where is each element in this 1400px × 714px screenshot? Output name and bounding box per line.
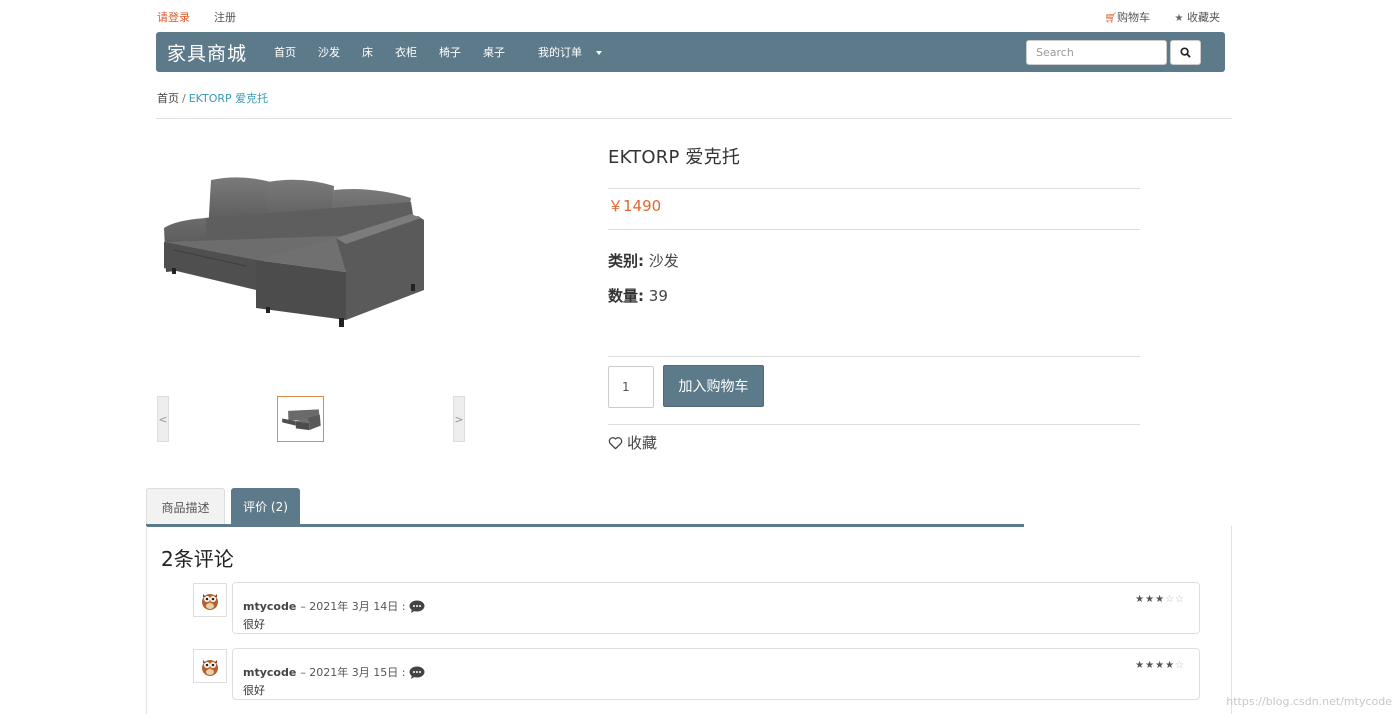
star-empty-icon: ☆: [1175, 660, 1185, 671]
search-icon: [1180, 47, 1191, 58]
nav-item-home[interactable]: 首页: [274, 44, 296, 60]
star-filled-icon: ★: [1145, 660, 1156, 671]
category-value: 沙发: [648, 252, 679, 270]
tab-reviews[interactable]: 评价 (2): [231, 488, 300, 525]
nav-item-table[interactable]: 桌子: [483, 44, 505, 60]
divider: [608, 229, 1140, 230]
caret-down-icon: [596, 51, 602, 55]
star-empty-icon: ☆: [1165, 594, 1176, 605]
quantity-input[interactable]: [608, 366, 654, 408]
favorite-label: 收藏: [627, 434, 658, 452]
divider: [608, 356, 1140, 357]
nav-item-sofa[interactable]: 沙发: [318, 44, 340, 60]
owl-avatar-icon: [202, 594, 218, 610]
product-price: ￥1490: [608, 197, 662, 215]
review-meta: mtycode – 2021年 3月 14日 :: [243, 598, 425, 614]
quantity-label: 数量:: [608, 287, 644, 305]
breadcrumb: 首页 / EKTORP 爱克托: [157, 90, 268, 106]
star-icon: ★: [1174, 13, 1184, 24]
star-filled-icon: ★: [1135, 594, 1146, 605]
rating-stars: ★★★★☆: [1135, 660, 1185, 671]
search-button[interactable]: [1170, 40, 1201, 65]
review-date: – 2021年 3月 15日 :: [300, 666, 406, 679]
divider: [156, 118, 1232, 119]
cart-link[interactable]: 🛒︎购物车: [1104, 9, 1150, 25]
star-filled-icon: ★: [1155, 594, 1166, 605]
product-main-image: [156, 150, 426, 340]
favorites-link[interactable]: ★ 收藏夹: [1175, 9, 1220, 25]
cart-icon: 🛒︎: [1104, 13, 1117, 24]
gallery-next-button[interactable]: >: [453, 396, 465, 442]
main-navbar: 家具商城 首页 沙发 床 衣柜 椅子 桌子 我的订单: [156, 32, 1225, 72]
review-author: mtycode: [243, 599, 297, 613]
reviews-heading: 2条评论: [161, 547, 234, 571]
avatar: [193, 583, 227, 617]
comment-icon: [409, 600, 424, 613]
review-item: mtycode – 2021年 3月 15日 : 很好 ★★★★☆: [232, 648, 1200, 700]
quantity-value: 39: [648, 287, 668, 305]
star-filled-icon: ★: [1145, 594, 1156, 605]
gallery-thumbnail[interactable]: [277, 396, 324, 442]
tab-description[interactable]: 商品描述: [146, 488, 225, 525]
review-meta: mtycode – 2021年 3月 15日 :: [243, 664, 425, 680]
star-empty-icon: ☆: [1175, 594, 1185, 605]
star-filled-icon: ★: [1155, 660, 1166, 671]
nav-menu: 首页 沙发 床 衣柜 椅子 桌子 我的订单: [263, 32, 613, 72]
nav-item-bed[interactable]: 床: [362, 44, 373, 60]
add-to-cart-button[interactable]: 加入购物车: [663, 365, 764, 407]
review-item: mtycode – 2021年 3月 14日 : 很好 ★★★☆☆: [232, 582, 1200, 634]
favorite-button[interactable]: 收藏: [608, 432, 657, 453]
register-link[interactable]: 注册: [214, 9, 236, 25]
brand-logo[interactable]: 家具商城: [167, 39, 247, 66]
review-text: 很好: [243, 684, 265, 697]
nav-item-wardrobe[interactable]: 衣柜: [395, 44, 417, 60]
product-quantity: 数量: 39: [608, 285, 668, 306]
rating-stars: ★★★☆☆: [1135, 594, 1185, 605]
heart-icon: [608, 436, 623, 449]
review-author: mtycode: [243, 665, 297, 679]
nav-item-my-orders[interactable]: 我的订单: [527, 44, 602, 60]
gallery-prev-button[interactable]: <: [157, 396, 169, 442]
star-filled-icon: ★: [1165, 660, 1176, 671]
comment-icon: [409, 666, 424, 679]
product-category: 类别: 沙发: [608, 250, 679, 271]
review-date: – 2021年 3月 14日 :: [300, 600, 406, 613]
breadcrumb-current[interactable]: EKTORP 爱克托: [189, 92, 268, 105]
review-text: 很好: [243, 618, 265, 631]
owl-avatar-icon: [202, 660, 218, 676]
nav-item-my-orders-label: 我的订单: [538, 46, 582, 59]
favorites-link-label: 收藏夹: [1187, 11, 1220, 24]
top-links-bar: 请登录 注册 🛒︎购物车 ★ 收藏夹: [156, 0, 1225, 30]
divider: [608, 424, 1140, 425]
cart-link-label: 购物车: [1117, 11, 1150, 24]
nav-item-chair[interactable]: 椅子: [439, 44, 461, 60]
product-title: EKTORP 爱克托: [608, 147, 741, 168]
category-label: 类别:: [608, 252, 644, 270]
login-link[interactable]: 请登录: [157, 9, 190, 25]
divider: [608, 188, 1140, 189]
watermark: https://blog.csdn.net/mtycode: [1226, 695, 1392, 708]
search-input[interactable]: [1026, 40, 1167, 65]
breadcrumb-home[interactable]: 首页: [157, 92, 179, 105]
star-filled-icon: ★: [1135, 660, 1146, 671]
avatar: [193, 649, 227, 683]
breadcrumb-separator: /: [182, 92, 186, 105]
